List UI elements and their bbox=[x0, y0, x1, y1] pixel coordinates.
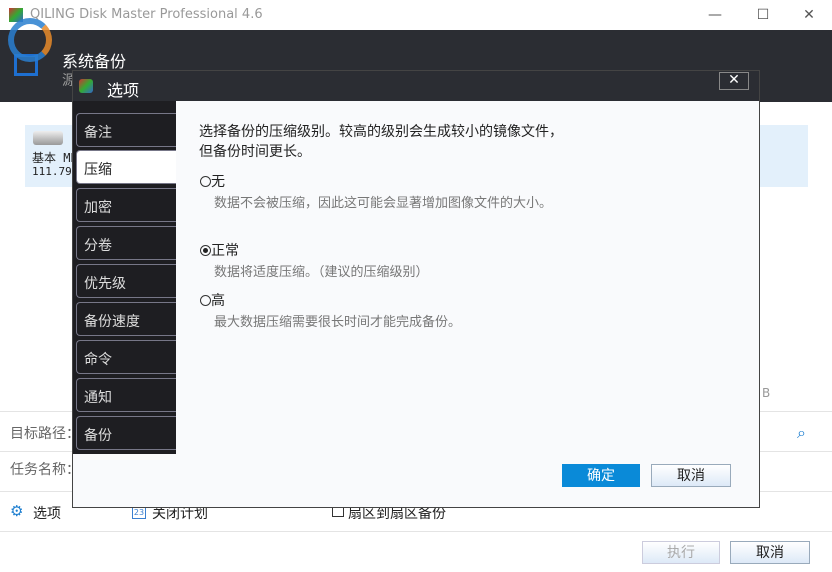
radio-high-label: 高 bbox=[211, 293, 225, 309]
dialog-title: 选项 bbox=[107, 81, 140, 100]
radio-none[interactable]: 无 bbox=[200, 171, 225, 191]
nav-item-encryption[interactable]: 加密 bbox=[76, 188, 176, 222]
minimize-button[interactable]: — bbox=[700, 4, 730, 26]
radio-high[interactable]: 高 bbox=[200, 290, 225, 310]
nav-item-command[interactable]: 命令 bbox=[76, 340, 176, 374]
radio-normal-label: 正常 bbox=[211, 243, 239, 259]
radio-high-desc: 最大数据压缩需要很长时间才能完成备份。 bbox=[214, 315, 462, 330]
gear-icon[interactable]: ⚙ bbox=[10, 502, 23, 520]
browse-icon[interactable]: ⌕ bbox=[797, 423, 806, 443]
hard-disk-icon bbox=[33, 131, 63, 145]
radio-none-label: 无 bbox=[211, 174, 225, 190]
size-unit: B bbox=[762, 386, 771, 400]
target-path-label: 目标路径： bbox=[10, 426, 80, 442]
nav-item-backup-speed[interactable]: 备份速度 bbox=[76, 302, 176, 336]
radio-high-circle[interactable] bbox=[200, 295, 211, 306]
radio-normal-circle[interactable] bbox=[200, 245, 211, 256]
radio-none-desc: 数据不会被压缩，因此这可能会显著增加图像文件的大小。 bbox=[214, 196, 553, 211]
intro-line-2: 但备份时间更长。 bbox=[199, 144, 311, 160]
options-dialog: 选项 ✕ 备注 压缩 加密 分卷 优先级 备份速度 命令 通知 备份 选择备份的… bbox=[72, 70, 760, 508]
dialog-close-button[interactable]: ✕ bbox=[719, 72, 749, 90]
options-nav: 备注 压缩 加密 分卷 优先级 备份速度 命令 通知 备份 bbox=[73, 101, 176, 454]
page-title: 系统备份 bbox=[62, 52, 127, 71]
title-bar: QILING Disk Master Professional 4.6 — ☐ … bbox=[0, 0, 832, 30]
options-link[interactable]: 选项 bbox=[33, 503, 61, 523]
nav-item-compression[interactable]: 压缩 bbox=[76, 150, 176, 184]
nav-item-notification[interactable]: 通知 bbox=[76, 378, 176, 412]
radio-normal-desc: 数据将适度压缩。（建议的压缩级别） bbox=[214, 265, 429, 280]
close-button[interactable]: ✕ bbox=[794, 4, 824, 26]
disk-size: 111.79 bbox=[32, 165, 72, 178]
radio-none-circle[interactable] bbox=[200, 176, 211, 187]
window-title: QILING Disk Master Professional 4.6 bbox=[30, 7, 263, 22]
execute-button[interactable]: 执行 bbox=[642, 541, 720, 564]
dialog-logo-icon bbox=[79, 79, 93, 93]
dialog-title-bar: 选项 ✕ bbox=[73, 71, 759, 101]
cancel-button[interactable]: 取消 bbox=[730, 541, 810, 564]
radio-normal[interactable]: 正常 bbox=[200, 240, 239, 260]
nav-item-split[interactable]: 分卷 bbox=[76, 226, 176, 260]
intro-line-1: 选择备份的压缩级别。较高的级别会生成较小的镜像文件， bbox=[199, 124, 563, 140]
nav-item-backup[interactable]: 备份 bbox=[76, 416, 176, 450]
dialog-cancel-button[interactable]: 取消 bbox=[651, 464, 731, 487]
ok-button[interactable]: 确定 bbox=[562, 464, 640, 487]
watermark-circle-icon bbox=[8, 18, 52, 62]
nav-item-priority[interactable]: 优先级 bbox=[76, 264, 176, 298]
maximize-button[interactable]: ☐ bbox=[748, 4, 778, 26]
task-name-label: 任务名称： bbox=[10, 462, 80, 478]
nav-item-notes[interactable]: 备注 bbox=[76, 113, 176, 147]
